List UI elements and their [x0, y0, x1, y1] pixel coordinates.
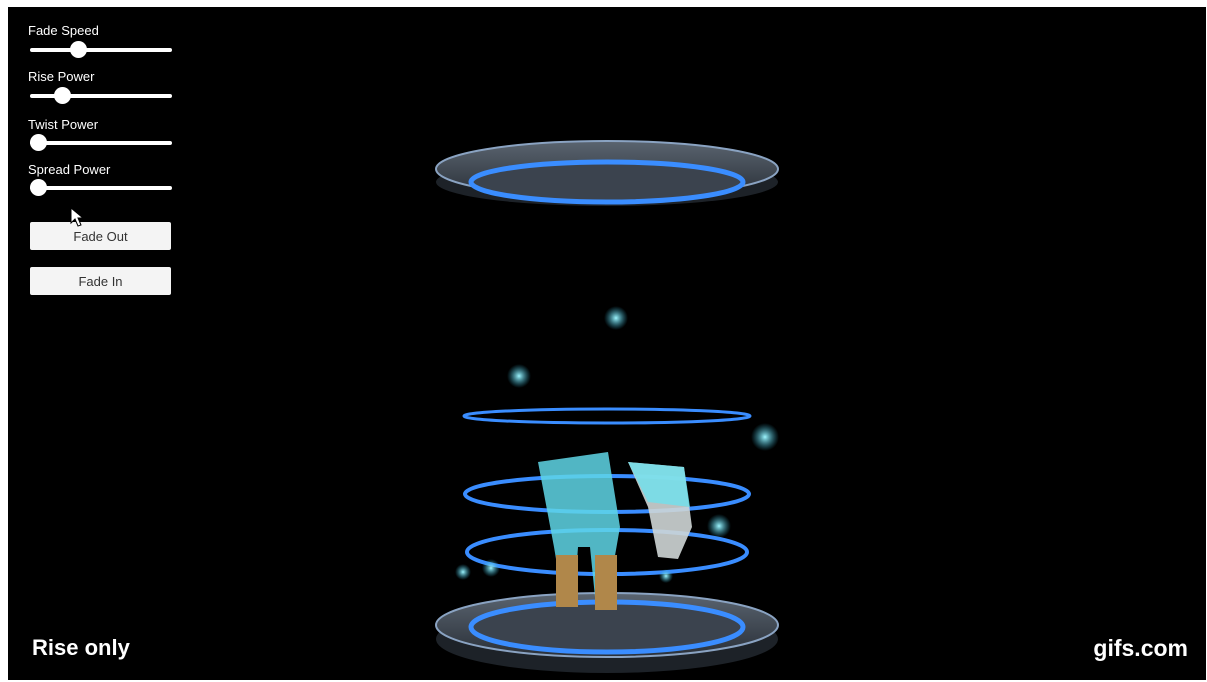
twist-power-label: Twist Power — [28, 117, 99, 132]
twist-power-knob[interactable] — [30, 134, 47, 151]
rise-power-knob[interactable] — [54, 87, 71, 104]
gifs-watermark: gifs.com — [1093, 635, 1188, 661]
fade-speed-label: Fade Speed — [28, 23, 99, 38]
fade-speed-slider[interactable] — [30, 41, 172, 58]
rise-power-slider[interactable] — [30, 87, 172, 104]
fade-speed-knob[interactable] — [70, 41, 87, 58]
scene-viewport: Fade Speed Rise Power Twist Power Spread… — [8, 7, 1206, 680]
twist-power-slider[interactable] — [30, 134, 172, 151]
spread-power-slider[interactable] — [30, 179, 172, 196]
mode-caption: Rise only — [32, 635, 130, 660]
spread-power-knob[interactable] — [30, 179, 47, 196]
top-platform — [435, 140, 779, 206]
rise-power-label: Rise Power — [28, 69, 95, 84]
spread-power-label: Spread Power — [28, 162, 111, 177]
fade-in-button[interactable]: Fade In — [30, 267, 171, 295]
fade-out-button[interactable]: Fade Out — [30, 222, 171, 250]
controls-panel: Fade Speed Rise Power Twist Power Spread… — [8, 7, 208, 307]
mouse-cursor-icon — [70, 207, 84, 227]
upper-floating-ring — [462, 407, 752, 425]
